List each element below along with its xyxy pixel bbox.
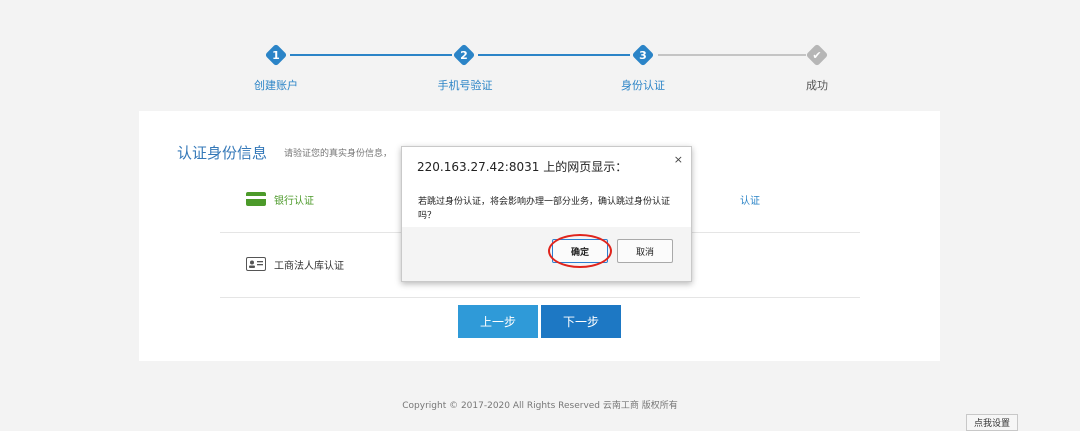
bank-auth-link[interactable]: 认证 — [740, 192, 760, 207]
step-3-marker: 3 — [631, 43, 655, 67]
progress-steps: 1 2 3 ✔ 创建账户 手机号验证 身份认证 成功 — [0, 0, 1080, 110]
bank-auth-label: 银行认证 — [274, 196, 314, 207]
id-card-icon — [246, 256, 266, 275]
step-label-phone-verify: 手机号验证 — [437, 79, 493, 92]
prev-step-button[interactable]: 上一步 — [458, 305, 538, 338]
dialog-message: 若跳过身份认证，将会影响办理一部分业务，确认跳过身份认证吗？ — [418, 197, 671, 221]
confirm-dialog: 220.163.27.42:8031 上的网页显示： × 若跳过身份认证，将会影… — [401, 146, 692, 282]
step-1-marker: 1 — [264, 43, 288, 67]
step-label-create-account: 创建账户 — [254, 79, 298, 92]
dialog-title: 220.163.27.42:8031 上的网页显示： — [417, 160, 628, 174]
step-2-marker: 2 — [452, 43, 476, 67]
step-connector — [658, 54, 806, 56]
bank-card-icon — [246, 191, 266, 210]
settings-button[interactable]: 点我设置 — [966, 414, 1018, 431]
business-registry-label: 工商法人库认证 — [274, 261, 344, 272]
step-label-success: 成功 — [806, 79, 828, 92]
cancel-button[interactable]: 取消 — [617, 239, 673, 263]
step-label-identity: 身份认证 — [621, 79, 665, 92]
step-connector — [478, 54, 630, 56]
check-icon: ✔ — [812, 48, 822, 62]
next-step-button[interactable]: 下一步 — [541, 305, 621, 338]
step-number: 1 — [272, 48, 280, 62]
step-4-marker: ✔ — [805, 43, 829, 67]
page-subtitle: 请验证您的真实身份信息， — [284, 149, 393, 159]
step-connector — [290, 54, 452, 56]
dialog-footer: 确定 取消 — [402, 227, 691, 281]
step-number: 3 — [639, 48, 647, 62]
page-footer: Copyright © 2017-2020 All Rights Reserve… — [0, 379, 1080, 431]
step-number: 2 — [460, 48, 468, 62]
confirm-button[interactable]: 确定 — [552, 239, 608, 263]
copyright-text: Copyright © 2017-2020 All Rights Reserve… — [402, 401, 678, 411]
close-icon[interactable]: × — [674, 153, 683, 166]
page-title: 认证身份信息 — [177, 144, 268, 162]
